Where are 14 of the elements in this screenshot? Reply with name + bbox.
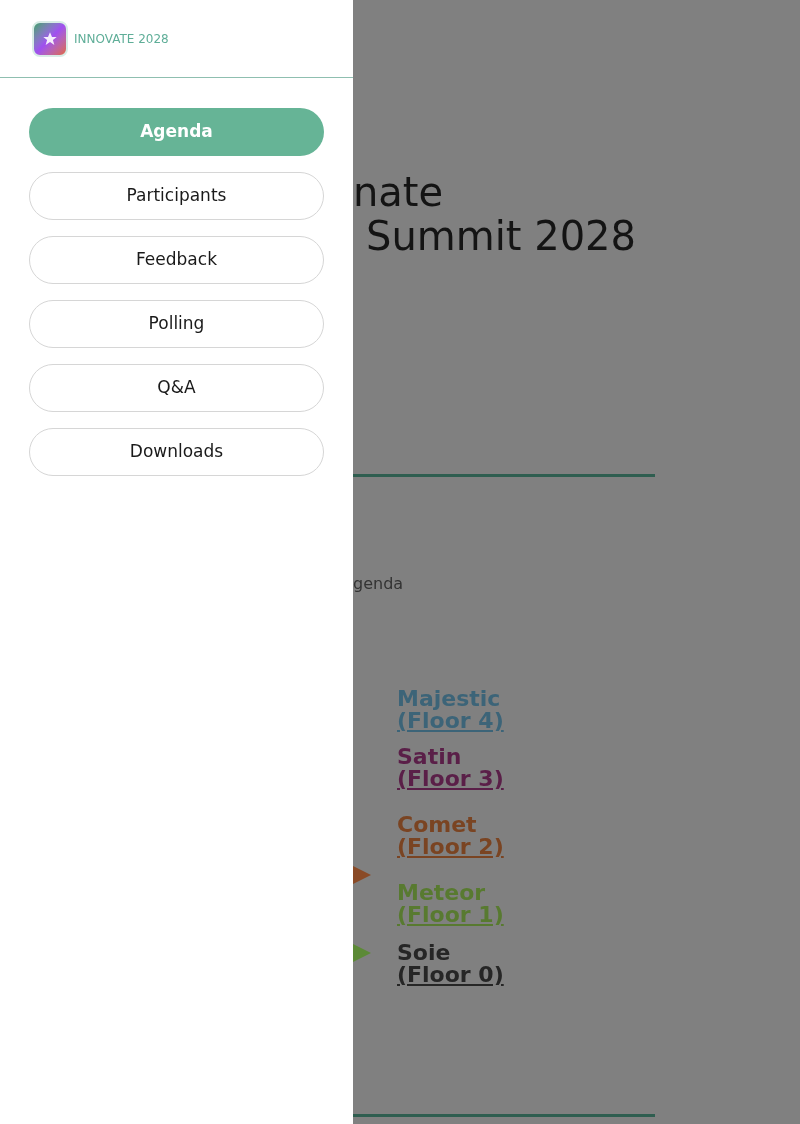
- nav-item[interactable]: Polling: [29, 300, 324, 348]
- nav-item[interactable]: Feedback: [29, 236, 324, 284]
- room-link[interactable]: Comet (Floor 2): [397, 814, 504, 858]
- page-title: nate: [353, 170, 444, 214]
- nav-item[interactable]: Agenda: [29, 108, 324, 156]
- nav-item[interactable]: Q&A: [29, 364, 324, 412]
- section-label: genda: [353, 573, 404, 595]
- page-title: Summit 2028: [365, 214, 636, 258]
- brand-name: INNOVATE 2028: [74, 30, 169, 48]
- room-link[interactable]: Satin (Floor 3): [397, 746, 504, 790]
- room-link[interactable]: Soie (Floor 0): [397, 942, 504, 986]
- app-logo-icon: [32, 20, 68, 57]
- nav-item[interactable]: Downloads: [29, 428, 324, 476]
- nav-item[interactable]: Participants: [29, 172, 324, 220]
